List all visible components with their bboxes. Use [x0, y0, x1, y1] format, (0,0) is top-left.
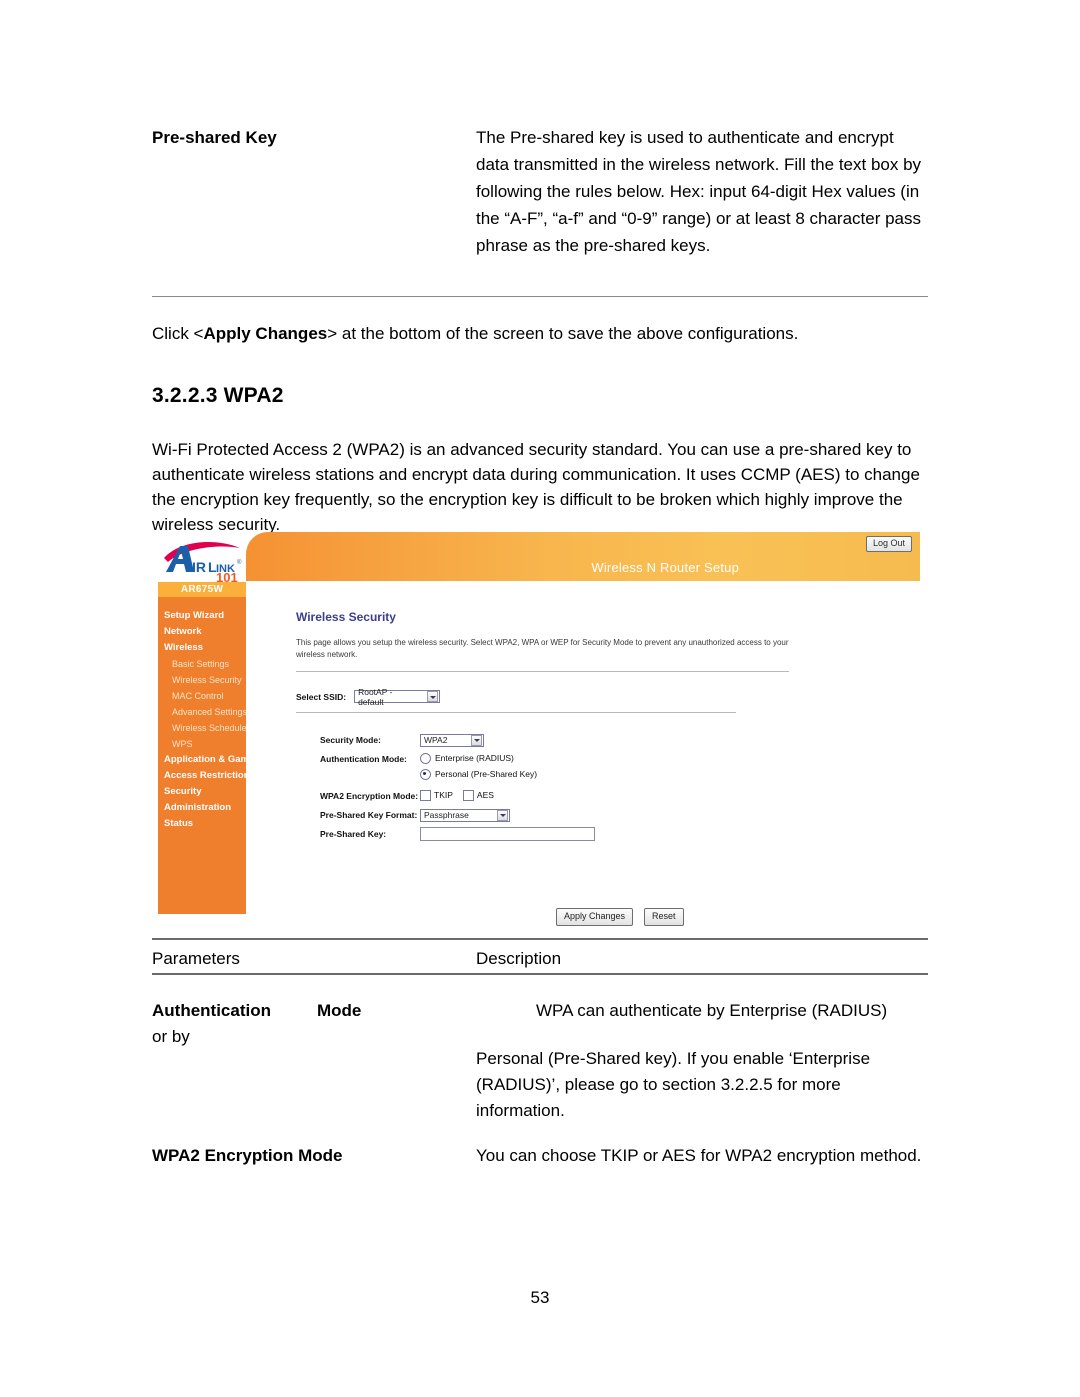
radio-personal-label: Personal (Pre-Shared Key) [435, 769, 538, 779]
apply-changes-note: Click <Apply Changes> at the bottom of t… [152, 320, 942, 347]
router-content-pane: Wireless Security This page allows you s… [246, 581, 920, 926]
horizontal-divider-top [152, 296, 928, 297]
radio-enterprise-label: Enterprise (RADIUS) [435, 753, 514, 763]
security-mode-select[interactable]: WPA2 [420, 733, 484, 747]
airlink-logo: IR L INK ® 101 [158, 534, 246, 582]
wpa2-encryption-label: WPA2 Encryption Mode: [320, 791, 419, 801]
table-row-auth-trailing: or by [152, 1027, 190, 1046]
svg-text:IR: IR [192, 559, 206, 575]
radio-personal-row[interactable]: Personal (Pre-Shared Key) [420, 768, 537, 781]
sidebar-item-wireless[interactable]: Wireless [158, 640, 246, 656]
psk-label: Pre-Shared Key: [320, 829, 387, 839]
auth-term-part2: Mode [317, 1001, 362, 1020]
psk-row: Pre-Shared Key: [320, 827, 595, 843]
chevron-down-icon [427, 691, 439, 702]
document-page: Pre-shared Key The Pre-shared key is use… [0, 0, 1080, 1397]
sidebar-item-setup-wizard[interactable]: Setup Wizard [158, 608, 246, 624]
checkbox-aes-label: AES [476, 790, 494, 800]
psk-input[interactable] [420, 827, 595, 841]
security-mode-value: WPA2 [424, 735, 448, 745]
auth-term-part1: Authentication [152, 1001, 271, 1020]
wpa2-encryption-row: WPA2 Encryption Mode: TKIP AES [320, 789, 595, 803]
checkbox-aes[interactable] [462, 790, 474, 801]
table-row-auth-desc-line1: WPA can authenticate by Enterprise (RADI… [536, 1001, 888, 1020]
sidebar-item-wireless-security[interactable]: Wireless Security [158, 672, 246, 688]
checkbox-tkip[interactable] [420, 790, 431, 801]
apply-note-bold: Apply Changes [203, 324, 328, 343]
sidebar-item-wireless-schedule[interactable]: Wireless Schedule [158, 720, 247, 736]
table-divider-bottom [152, 973, 928, 975]
table-row-auth-desc-rest: Personal (Pre-Shared key). If you enable… [476, 1049, 871, 1120]
sidebar-item-status[interactable]: Status [158, 816, 246, 832]
table-header-description: Description [476, 949, 562, 968]
intro-paragraph: Wi-Fi Protected Access 2 (WPA2) is an ad… [152, 440, 920, 534]
router-model-badge: AR675W [158, 582, 246, 597]
select-ssid-row: Select SSID: RootAP - default [296, 687, 441, 707]
sidebar-item-basic-settings[interactable]: Basic Settings [158, 656, 246, 672]
psk-format-value: Passphrase [424, 810, 469, 820]
router-nav-list: Setup Wizard Network Wireless Basic Sett… [158, 608, 263, 832]
apply-note-before: Click < [152, 324, 204, 343]
security-form: Security Mode: WPA2 Authentication Mode: [320, 733, 595, 848]
sidebar-item-advanced-settings[interactable]: Advanced Settings [158, 704, 247, 720]
chevron-down-icon [471, 734, 482, 746]
sidebar-item-mac-control[interactable]: MAC Control [158, 688, 246, 704]
reset-button[interactable]: Reset [644, 908, 684, 926]
router-sidebar: Setup Wizard Network Wireless Basic Sett… [158, 597, 263, 914]
sidebar-item-administration[interactable]: Administration [158, 800, 246, 816]
svg-text:®: ® [237, 559, 242, 566]
table-row-wpa2-desc: You can choose TKIP or AES for WPA2 encr… [476, 1146, 922, 1165]
radio-personal[interactable] [420, 769, 431, 780]
svg-text:101: 101 [216, 570, 238, 582]
checkbox-tkip-label: TKIP [434, 790, 453, 800]
content-title: Wireless Security [296, 610, 396, 624]
content-divider-1 [296, 671, 789, 672]
sidebar-item-security[interactable]: Security [158, 784, 246, 800]
table-divider-top [152, 938, 928, 940]
authentication-mode-label: Authentication Mode: [320, 754, 407, 764]
sidebar-item-access-restrictions[interactable]: Access Restrictions [158, 768, 255, 784]
sidebar-item-application-gaming[interactable]: Application & Gaming [158, 752, 263, 768]
ssid-select[interactable]: RootAP - default [354, 687, 441, 707]
select-ssid-label: Select SSID: [296, 691, 347, 702]
radio-enterprise-row[interactable]: Enterprise (RADIUS) [420, 752, 537, 765]
logout-button[interactable]: Log Out [865, 536, 912, 552]
ssid-select-value: RootAP - default [358, 686, 393, 707]
table-header-parameters: Parameters [152, 949, 240, 968]
definition-description: The Pre-shared key is used to authentica… [476, 128, 922, 255]
security-mode-label: Security Mode: [320, 735, 381, 745]
apply-note-after: > at the bottom of the screen to save th… [327, 324, 799, 343]
security-mode-row: Security Mode: WPA2 [320, 733, 595, 747]
content-description: This page allows you setup the wireless … [296, 638, 789, 659]
sidebar-item-network[interactable]: Network [158, 624, 246, 640]
psk-format-select[interactable]: Passphrase [420, 808, 510, 822]
router-header-bar: Log Out Wireless N Router Setup [246, 532, 920, 581]
radio-enterprise[interactable] [420, 753, 431, 764]
table-row-auth-term: Authentication Mode [152, 998, 361, 1024]
router-header-title: Wireless N Router Setup [591, 560, 739, 575]
table-row-wpa2-term: WPA2 Encryption Mode [152, 1146, 343, 1165]
definition-term: Pre-shared Key [152, 128, 277, 147]
section-heading: 3.2.2.3 WPA2 [152, 384, 284, 407]
content-divider-2 [296, 712, 736, 713]
form-button-row: Apply Changes Reset [556, 908, 684, 926]
sidebar-item-wps[interactable]: WPS [158, 736, 246, 752]
router-admin-screenshot: IR L INK ® 101 Log Out Wireless N Router… [158, 532, 920, 926]
psk-format-row: Pre-Shared Key Format: Passphrase [320, 808, 595, 822]
psk-format-label: Pre-Shared Key Format: [320, 810, 418, 820]
apply-changes-button[interactable]: Apply Changes [556, 908, 634, 926]
authentication-mode-row: Authentication Mode: Enterprise (RADIUS)… [320, 752, 595, 784]
page-number: 53 [530, 1288, 550, 1307]
chevron-down-icon [497, 809, 508, 821]
